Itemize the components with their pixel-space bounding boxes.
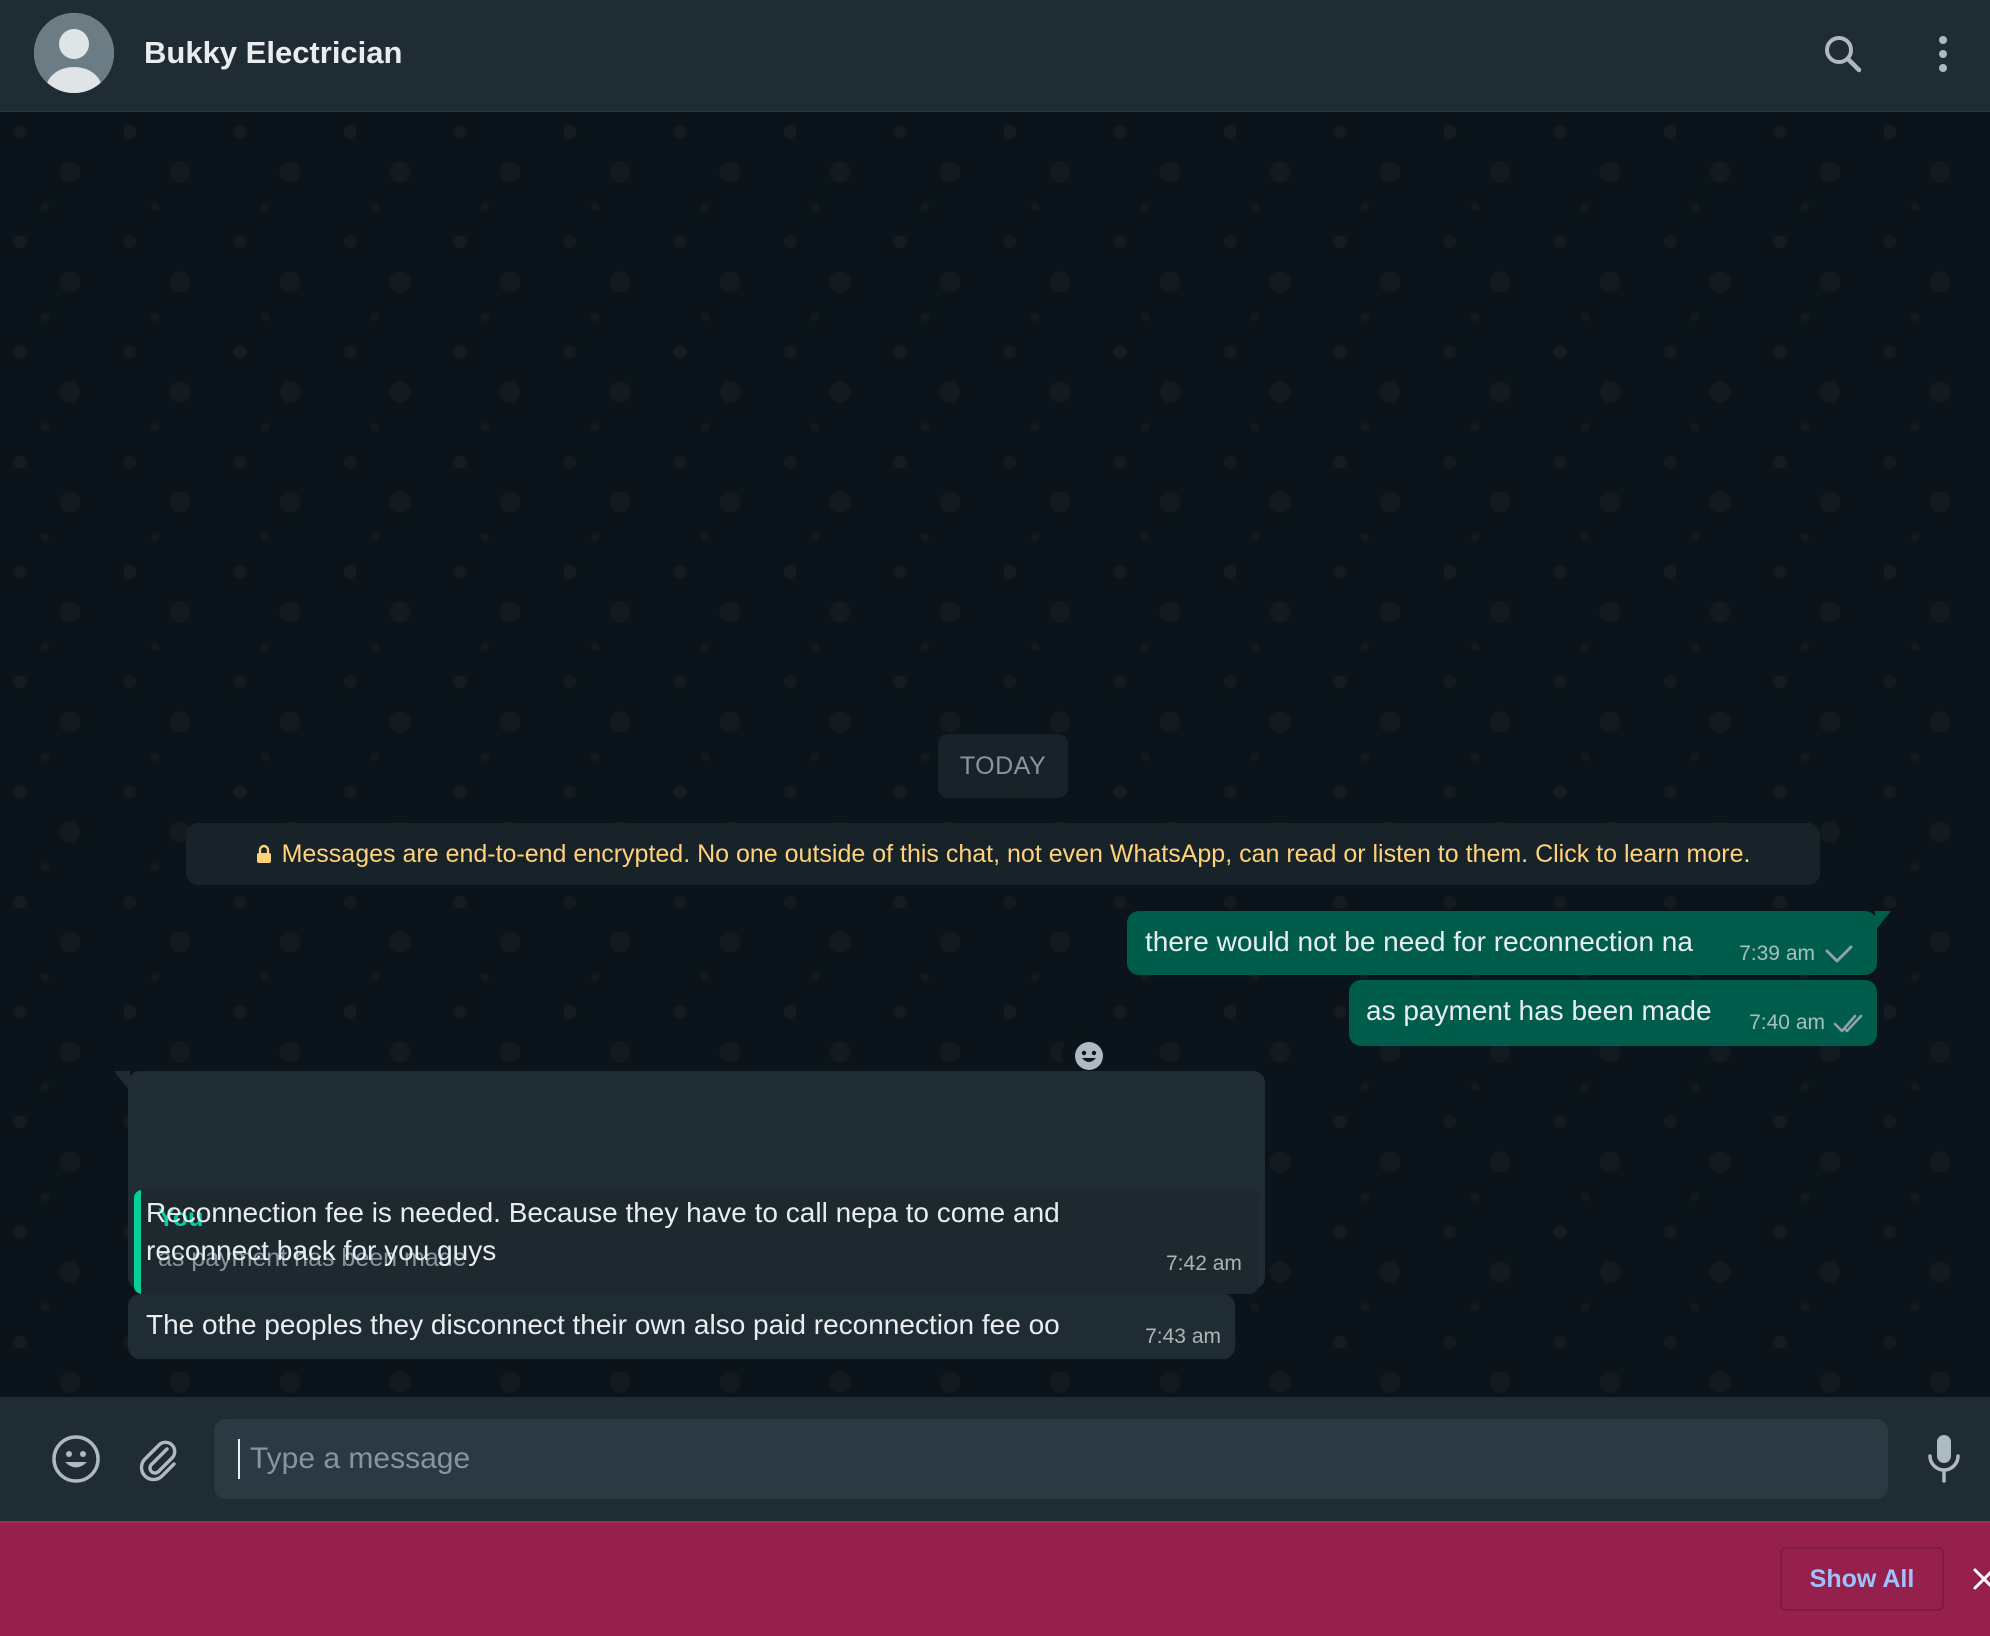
message-list[interactable]: TODAY Messages are end-to-end encrypted.… — [0, 112, 1990, 1397]
close-banner-button[interactable] — [1964, 1559, 1990, 1599]
double-check-icon — [1833, 1014, 1863, 1033]
more-vertical-icon — [1939, 36, 1947, 72]
text-caret — [238, 1439, 240, 1479]
microphone-icon — [1928, 1435, 1960, 1483]
message-text: as payment has been made — [1366, 995, 1712, 1026]
default-avatar-icon — [34, 13, 114, 93]
emoji-icon — [52, 1435, 100, 1483]
encryption-notice[interactable]: Messages are end-to-end encrypted. No on… — [186, 823, 1820, 885]
message-bubble-outgoing[interactable]: there would not be need for reconnection… — [1127, 911, 1891, 975]
message-time: 7:43 am — [1145, 1325, 1221, 1348]
message-text: The othe peoples they disconnect their o… — [146, 1309, 1060, 1340]
show-all-button[interactable]: Show All — [1780, 1547, 1944, 1611]
message-text: there would not be need for reconnection… — [1145, 926, 1693, 957]
date-separator: TODAY — [938, 734, 1068, 798]
paperclip-icon — [139, 1440, 177, 1482]
message-bubble-incoming[interactable]: The othe peoples they disconnect their o… — [128, 1294, 1235, 1359]
message-bubble-outgoing[interactable]: as payment has been made 7:40 am — [1349, 980, 1877, 1046]
lock-icon — [256, 844, 271, 863]
download-banner: Show All — [0, 1521, 1990, 1636]
search-icon — [1825, 36, 1862, 73]
bubble-tail — [1875, 911, 1891, 931]
attach-button[interactable] — [128, 1429, 188, 1489]
search-button[interactable] — [1815, 26, 1871, 82]
single-check-icon — [1825, 945, 1853, 963]
quote-accent-bar — [134, 1190, 141, 1294]
close-icon — [1973, 1568, 1990, 1590]
chat-header: Bukky Electrician — [0, 0, 1990, 112]
whatsapp-chat-window: Bukky Electrician TODAY Messages are end… — [0, 0, 1990, 1636]
contact-name[interactable]: Bukky Electrician — [144, 34, 402, 72]
bubble-tail — [114, 1071, 130, 1091]
emoji-button[interactable] — [46, 1429, 106, 1489]
message-input-box[interactable] — [214, 1419, 1888, 1499]
encryption-notice-text: Messages are end-to-end encrypted. No on… — [281, 839, 1751, 868]
voice-message-button[interactable] — [1914, 1429, 1974, 1489]
message-time: 7:39 am — [1739, 942, 1815, 965]
message-meta: 7:40 am — [1749, 1004, 1867, 1042]
message-text-line: Reconnection fee is needed. Because they… — [146, 1197, 1060, 1228]
contact-avatar[interactable] — [34, 13, 114, 93]
message-meta: 7:39 am — [1739, 935, 1855, 973]
message-input[interactable] — [248, 1419, 1848, 1499]
message-text-line: reconnect back for you guys — [146, 1235, 497, 1266]
menu-button[interactable] — [1915, 26, 1971, 82]
message-time: 7:40 am — [1749, 1011, 1825, 1034]
message-time: 7:42 am — [1166, 1252, 1242, 1275]
message-composer — [0, 1397, 1990, 1521]
emoji-react-icon — [1075, 1042, 1103, 1070]
